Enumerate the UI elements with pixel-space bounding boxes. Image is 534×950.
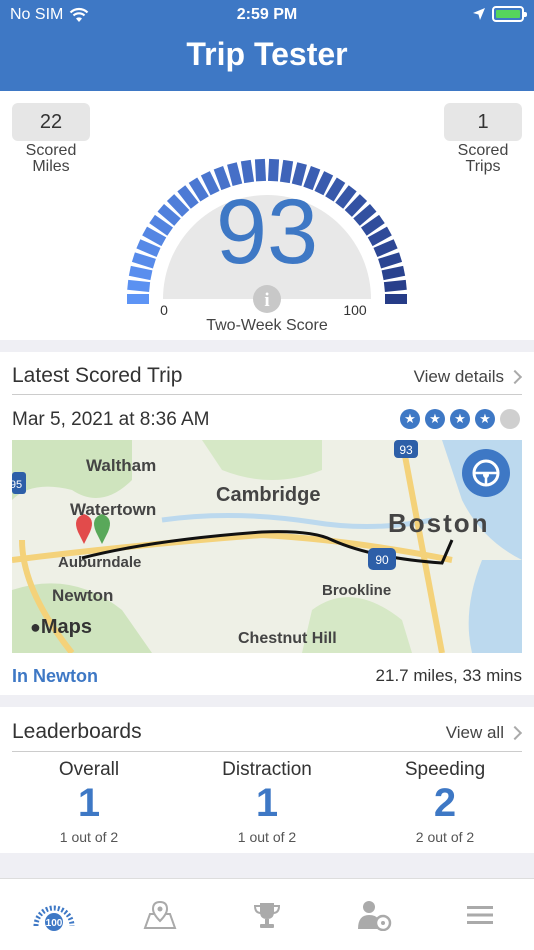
gauge-tick bbox=[131, 252, 156, 269]
leaderboards-title: Leaderboards bbox=[12, 720, 142, 743]
apple-logo-icon: ● bbox=[30, 617, 41, 637]
latest-trip-title: Latest Scored Trip bbox=[12, 364, 183, 387]
gauge-tick bbox=[177, 185, 199, 209]
gauge-tick bbox=[383, 279, 407, 293]
score-gauge[interactable]: 93 i 0 100 bbox=[117, 99, 417, 329]
gauge-tick bbox=[254, 158, 267, 182]
gauge-tick bbox=[325, 177, 346, 202]
divider bbox=[12, 751, 522, 752]
scored-miles-label: Scored Miles bbox=[25, 142, 77, 175]
leaderboards-card: Leaderboards View all Overall 1 1 out of… bbox=[0, 707, 534, 853]
gauge-tick bbox=[378, 252, 403, 269]
gauge-tick bbox=[360, 214, 385, 236]
view-details-link[interactable]: View details bbox=[414, 367, 523, 387]
gauge-tick bbox=[149, 214, 174, 236]
status-time: 2:59 PM bbox=[236, 6, 298, 23]
gauge-tick bbox=[279, 159, 294, 184]
scored-trips-label: Scored Trips bbox=[457, 142, 509, 175]
svg-text:i: i bbox=[264, 290, 269, 311]
page-title: Trip Tester bbox=[186, 36, 348, 72]
svg-text:93: 93 bbox=[399, 443, 413, 457]
app-header: No SIM 2:59 PM Trip Tester bbox=[0, 0, 534, 91]
gauge-tick bbox=[353, 204, 377, 226]
gauge-tick bbox=[142, 226, 167, 247]
gauge-tick bbox=[344, 194, 368, 217]
trophy-tab-icon[interactable] bbox=[245, 895, 289, 935]
gauge-tick bbox=[267, 158, 280, 182]
svg-text:95: 95 bbox=[12, 479, 22, 491]
scored-trips-value: 1 bbox=[444, 103, 522, 141]
gauge-tick bbox=[166, 194, 190, 217]
svg-text:90: 90 bbox=[375, 553, 389, 567]
gauge-tick bbox=[314, 171, 334, 196]
score-card: 22 Scored Miles 1 Scored Trips 93 i 0 10… bbox=[0, 91, 534, 340]
gauge-tick bbox=[367, 226, 392, 247]
map-label-newton: Newton bbox=[52, 586, 114, 605]
trip-location: In Newton bbox=[12, 666, 98, 686]
view-all-link[interactable]: View all bbox=[446, 723, 523, 743]
star-empty-icon bbox=[500, 409, 520, 429]
latest-trip-card: Latest Scored Trip View details Mar 5, 2… bbox=[0, 352, 534, 695]
trip-summary: 21.7 miles, 33 mins bbox=[375, 666, 522, 685]
divider bbox=[12, 394, 522, 395]
driver-tab-icon[interactable] bbox=[352, 895, 396, 935]
map-label-auburndale: Auburndale bbox=[58, 554, 142, 571]
tab-bar: 100 bbox=[0, 878, 534, 950]
gauge-tick bbox=[136, 239, 161, 258]
gauge-tick bbox=[157, 204, 181, 226]
gauge-tick bbox=[335, 185, 357, 209]
star-filled-icon: ★ bbox=[450, 409, 470, 429]
map-label-waltham: Waltham bbox=[86, 456, 157, 475]
leaderboard-speeding[interactable]: Speeding 2 2 out of 2 bbox=[356, 759, 534, 845]
svg-text:100: 100 bbox=[46, 918, 63, 929]
trip-map[interactable]: 93 90 95 Waltham Cambridge Watertown Bos… bbox=[12, 440, 522, 653]
gauge-tick bbox=[200, 171, 220, 196]
trip-rating: ★ ★ ★ ★ bbox=[400, 409, 520, 429]
gauge-min-label: 0 bbox=[160, 302, 168, 318]
leaderboard-overall[interactable]: Overall 1 1 out of 2 bbox=[0, 759, 178, 845]
scored-miles-value: 22 bbox=[12, 103, 90, 141]
score-tab-icon[interactable]: 100 bbox=[32, 895, 76, 935]
map-label-chestnut-hill: Chestnut Hill bbox=[238, 630, 337, 647]
gauge-tick bbox=[188, 177, 209, 202]
map-label-boston: Boston bbox=[388, 508, 490, 538]
star-filled-icon: ★ bbox=[400, 409, 420, 429]
trip-date: Mar 5, 2021 at 8:36 AM bbox=[12, 409, 210, 430]
location-arrow-icon bbox=[473, 8, 485, 20]
map-label-brookline: Brookline bbox=[322, 582, 392, 599]
score-label: Two-Week Score bbox=[206, 317, 328, 334]
gauge-tick bbox=[373, 239, 398, 258]
chevron-right-icon bbox=[507, 725, 523, 741]
leaderboard-distraction[interactable]: Distraction 1 1 out of 2 bbox=[178, 759, 356, 845]
menu-tab-icon[interactable] bbox=[458, 895, 502, 935]
gauge-max-label: 100 bbox=[343, 302, 367, 318]
map-label-cambridge: Cambridge bbox=[216, 484, 321, 506]
battery-icon bbox=[492, 6, 527, 22]
map-label-watertown: Watertown bbox=[70, 500, 157, 519]
gauge-tick bbox=[381, 265, 406, 281]
gauge-tick bbox=[240, 159, 255, 184]
maps-attribution: ●Maps bbox=[30, 616, 92, 638]
gauge-tick bbox=[127, 279, 151, 293]
map-tab-icon[interactable] bbox=[138, 895, 182, 935]
star-filled-icon: ★ bbox=[475, 409, 495, 429]
star-filled-icon: ★ bbox=[425, 409, 445, 429]
gauge-tick bbox=[128, 265, 153, 281]
status-bar: No SIM 2:59 PM bbox=[10, 6, 527, 26]
score-value: 93 bbox=[216, 181, 318, 283]
chevron-right-icon bbox=[507, 369, 523, 385]
